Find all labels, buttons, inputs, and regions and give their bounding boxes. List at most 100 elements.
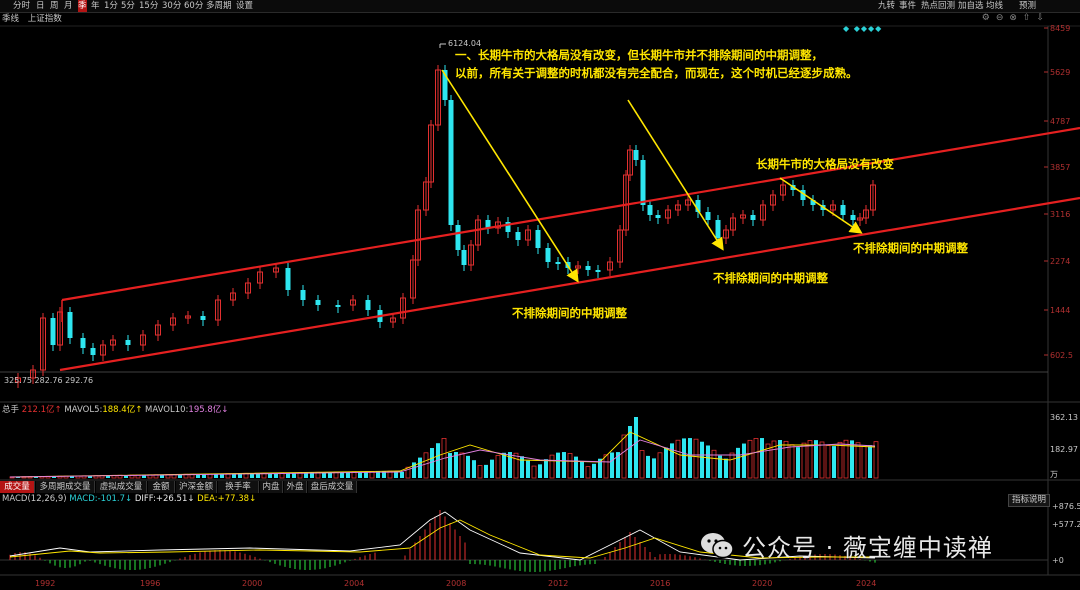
volume-bar xyxy=(682,438,686,478)
tab-5[interactable]: 换手率 xyxy=(218,481,259,493)
volume-bar xyxy=(45,475,51,479)
volume-bar xyxy=(261,472,267,479)
volume-bar xyxy=(783,440,789,479)
volume-bar xyxy=(196,474,200,478)
candle-body xyxy=(423,181,429,211)
period-button-5[interactable]: 年 xyxy=(91,0,100,12)
period-button-3[interactable]: 月 xyxy=(64,0,73,12)
candle-body xyxy=(545,248,551,262)
volume-bar xyxy=(556,452,560,478)
tab-2[interactable]: 虚拟成交量 xyxy=(96,481,147,493)
volume-bar xyxy=(9,476,15,479)
volume-bar xyxy=(147,474,153,479)
tool-button-5[interactable]: 预测 xyxy=(1019,0,1036,12)
vol-tick-0: 362.13 xyxy=(1050,413,1078,422)
period-button-0[interactable]: 分时 xyxy=(13,0,30,12)
volume-bar xyxy=(789,444,795,479)
volume-bar xyxy=(531,465,537,479)
candle-body xyxy=(365,300,371,310)
tool-button-0[interactable]: 九转 xyxy=(878,0,895,12)
volume-bar xyxy=(760,438,764,478)
period-button-7[interactable]: 5分 xyxy=(121,0,135,12)
macd-tick-2: +0 xyxy=(1052,556,1064,565)
period-button-9[interactable]: 30分 xyxy=(162,0,181,12)
period-button-12[interactable]: 设置 xyxy=(236,0,253,12)
period-button-4[interactable]: 季 xyxy=(78,0,87,12)
volume-bar xyxy=(183,473,189,479)
adjustment-arrow-2 xyxy=(779,177,863,234)
arrow-down-icon[interactable]: ⇩ xyxy=(1036,13,1050,23)
volume-bar xyxy=(171,474,177,479)
tool-button-4[interactable]: 均线 xyxy=(986,0,1003,12)
candle-body xyxy=(623,174,629,231)
candle-body xyxy=(30,369,36,379)
period-button-1[interactable]: 日 xyxy=(36,0,45,12)
volume-bar xyxy=(351,471,357,479)
volume-bar xyxy=(562,452,566,478)
macd-header: MACD(12,26,9) MACD:-101.7↓ DIFF:+26.51↓ … xyxy=(2,494,256,505)
candle-body xyxy=(555,262,561,264)
candle-body xyxy=(110,339,116,346)
candle-body xyxy=(155,324,161,336)
candle-body xyxy=(790,185,796,190)
tab-0[interactable]: 成交量 xyxy=(0,481,35,493)
candle-body xyxy=(633,150,639,160)
candle-body xyxy=(125,340,131,345)
tab-4[interactable]: 沪深金额 xyxy=(176,481,217,493)
watermark: 公众号 · 薇宝缠中读禅 xyxy=(700,528,993,562)
period-button-10[interactable]: 60分 xyxy=(184,0,203,12)
candle-body xyxy=(647,205,653,215)
volume-bar xyxy=(165,474,171,479)
minus-icon[interactable]: ⊖ xyxy=(996,13,1010,23)
volume-bar xyxy=(861,446,867,479)
volume-bar xyxy=(454,452,458,478)
period-button-6[interactable]: 1分 xyxy=(104,0,118,12)
tab-3[interactable]: 金额 xyxy=(148,481,175,493)
candle-body xyxy=(455,225,461,250)
candle-body xyxy=(410,259,416,299)
volume-bar xyxy=(675,439,681,479)
arrow-up-icon[interactable]: ⇧ xyxy=(1023,13,1037,23)
watermark-text: 公众号 · 薇宝缠中读禅 xyxy=(742,533,993,562)
tool-button-3[interactable]: 加自选 xyxy=(958,0,984,12)
candle-body xyxy=(565,262,571,268)
year-tick-3: 2004 xyxy=(344,579,364,588)
macd-tick-0: +876.5 xyxy=(1052,502,1080,511)
volume-bar xyxy=(99,475,105,479)
volume-bar xyxy=(286,472,290,478)
tab-7[interactable]: 外盘 xyxy=(284,481,307,493)
candle-body xyxy=(820,205,826,210)
tab-8[interactable]: 盘后成交量 xyxy=(308,481,357,493)
dea-value: +77.38↓ xyxy=(217,494,257,504)
volume-bar xyxy=(832,446,836,478)
macd-name: MACD: xyxy=(69,494,98,504)
volume-bar xyxy=(21,476,27,479)
period-button-2[interactable]: 周 xyxy=(50,0,59,12)
candle-body xyxy=(870,184,876,211)
price-tick-1: 5629 xyxy=(1050,68,1070,77)
candle-body xyxy=(377,310,383,322)
volume-bar xyxy=(466,455,470,478)
tool-button-1[interactable]: 事件 xyxy=(899,0,916,12)
candle-body xyxy=(505,222,511,232)
vol-tick-2: 万 xyxy=(1050,470,1058,479)
volume-bar xyxy=(753,438,759,479)
candle-body xyxy=(665,209,671,219)
macd-tick-1: +577.2 xyxy=(1052,520,1080,529)
price-tick-0: 8459 xyxy=(1050,24,1070,33)
tool-button-2[interactable]: 热点回测 xyxy=(921,0,955,12)
volume-bar xyxy=(796,447,800,478)
tab-1[interactable]: 多周期成交量 xyxy=(36,481,95,493)
volume-bar xyxy=(567,453,573,479)
period-button-11[interactable]: 多周期 xyxy=(206,0,232,12)
candle-body xyxy=(57,311,63,346)
close-icon[interactable]: ⊗ xyxy=(1009,13,1023,23)
volume-bar xyxy=(472,460,476,478)
indicator-explain-button[interactable]: 指标说明 xyxy=(1008,494,1050,507)
settings-icon[interactable]: ⚙ xyxy=(982,13,996,23)
candle-body xyxy=(475,219,481,246)
period-button-8[interactable]: 15分 xyxy=(139,0,158,12)
volume-bar xyxy=(232,473,236,478)
candle-body xyxy=(655,215,661,218)
tab-6[interactable]: 内盘 xyxy=(260,481,283,493)
